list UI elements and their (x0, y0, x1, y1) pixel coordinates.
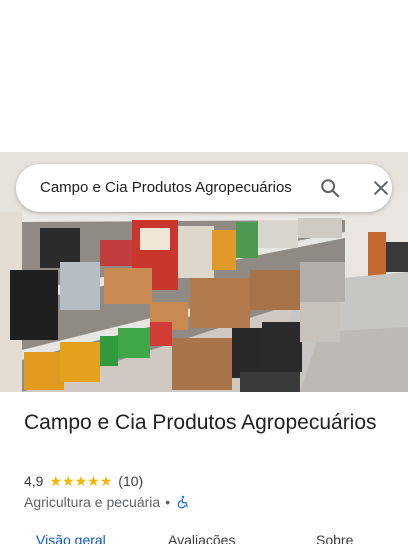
rating-value: 4,9 (24, 473, 44, 489)
search-input[interactable]: Campo e Cia Produtos Agropecuários (40, 164, 304, 212)
category-row: Agricultura e pecuária • (24, 493, 190, 511)
map-area (0, 0, 408, 152)
wheelchair-accessible-icon (176, 495, 190, 509)
tab-reviews[interactable]: Avaliações (168, 532, 235, 544)
search-bar[interactable]: Campo e Cia Produtos Agropecuários (16, 164, 392, 212)
close-icon[interactable] (369, 176, 393, 200)
category-label: Agricultura e pecuária (24, 494, 161, 510)
place-title: Campo e Cia Produtos Agropecuários (24, 411, 377, 434)
separator: • (165, 494, 171, 510)
rating-row[interactable]: 4,9 ★ ★ ★ ★ ★ (10) (24, 472, 143, 490)
star-icon: ★ (99, 473, 113, 489)
star-rating: ★ ★ ★ ★ ★ (49, 474, 112, 488)
star-icon: ★ (74, 473, 88, 489)
tab-overview[interactable]: Visão geral (36, 532, 106, 544)
search-icon[interactable] (318, 176, 342, 200)
review-count[interactable]: (10) (118, 473, 143, 489)
star-icon: ★ (49, 473, 63, 489)
star-icon: ★ (87, 473, 100, 489)
tab-bar: Visão geral Avaliações Sobre (0, 528, 408, 544)
star-icon: ★ (62, 473, 75, 489)
tab-about[interactable]: Sobre (316, 532, 353, 544)
